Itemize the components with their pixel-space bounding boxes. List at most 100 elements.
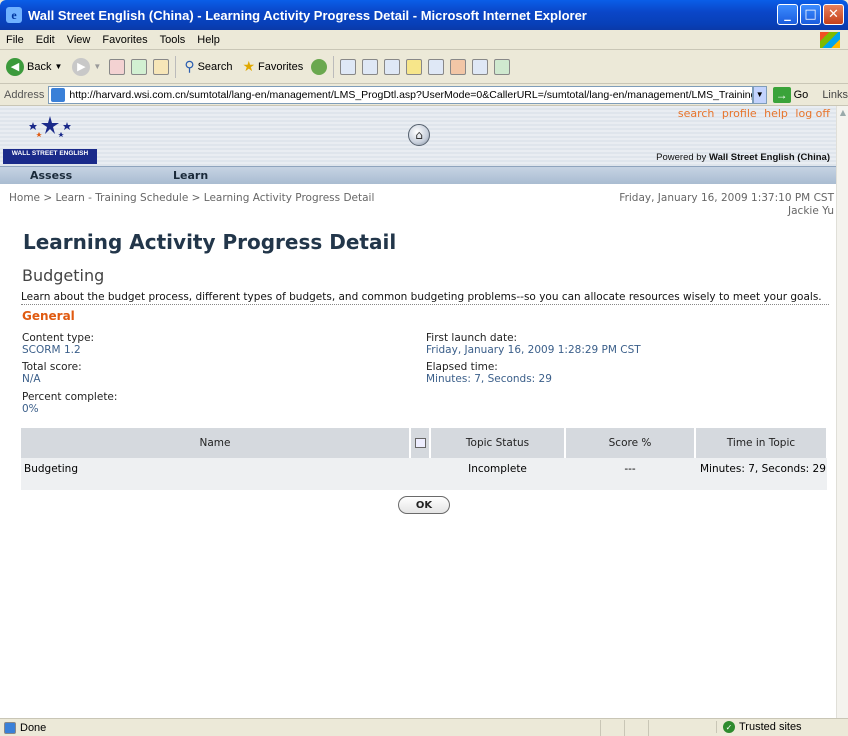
nav-learn[interactable]: Learn xyxy=(173,169,208,182)
section-general-heading: General xyxy=(22,309,75,323)
logo-stars-icon xyxy=(29,116,71,137)
tool-icon[interactable] xyxy=(494,58,511,75)
chevron-down-icon: ▼ xyxy=(93,62,102,71)
windows-logo-icon xyxy=(820,32,840,48)
mail-icon[interactable] xyxy=(340,58,357,75)
star-icon: ★ xyxy=(242,58,255,74)
back-arrow-icon: ◀ xyxy=(6,57,24,76)
menu-bar: File Edit View Favorites Tools Help xyxy=(0,30,848,50)
ie-icon: e xyxy=(6,7,22,23)
status-panel xyxy=(624,719,648,736)
page-title: Learning Activity Progress Detail xyxy=(23,230,397,254)
header-time-in-topic[interactable]: Time in Topic xyxy=(695,428,828,458)
row-icon-cell xyxy=(410,458,430,490)
current-datetime: Friday, January 16, 2009 1:37:10 PM CST xyxy=(619,192,834,204)
tool-icon[interactable] xyxy=(472,58,489,75)
total-score-field: Total score: N/A xyxy=(22,361,82,385)
menu-edit[interactable]: Edit xyxy=(30,34,61,46)
header-name[interactable]: Name xyxy=(21,428,411,458)
logo-wordmark: WALL STREET ENGLISH xyxy=(3,149,97,158)
print-icon[interactable] xyxy=(362,58,379,75)
history-icon[interactable] xyxy=(311,58,328,75)
menu-help[interactable]: Help xyxy=(191,34,226,46)
stop-icon[interactable] xyxy=(109,58,126,75)
window-title-bar[interactable]: e Wall Street English (China) - Learning… xyxy=(0,0,848,30)
ok-button[interactable]: OK xyxy=(398,496,450,514)
first-launch-field: First launch date: Friday, January 16, 2… xyxy=(426,332,641,356)
elapsed-time-field: Elapsed time: Minutes: 7, Seconds: 29 xyxy=(426,361,552,385)
home-icon[interactable]: ⌂ xyxy=(408,124,430,146)
address-label: Address xyxy=(4,88,45,101)
go-arrow-icon: → xyxy=(772,86,791,103)
header-topic-status[interactable]: Topic Status xyxy=(430,428,566,458)
site-logo[interactable]: WALL STREET ENGLISH xyxy=(3,110,97,166)
go-button[interactable]: → Go xyxy=(772,86,808,103)
powered-by: Powered by Wall Street English (China) xyxy=(656,152,830,163)
user-name: Jackie Yu xyxy=(788,205,834,217)
activity-name: Budgeting xyxy=(22,266,105,285)
status-bar: Done ✓ Trusted sites xyxy=(0,718,848,736)
toolbar: ◀ Back ▼ ▶ ▼ ⚲ Search ★ Favorites xyxy=(0,50,848,84)
favorites-button[interactable]: ★ Favorites xyxy=(240,55,305,79)
document-icon xyxy=(414,438,426,448)
scroll-up-icon[interactable]: ▲ xyxy=(837,106,848,118)
address-dropdown-button[interactable]: ▼ xyxy=(752,85,767,104)
page-icon xyxy=(4,721,16,734)
row-status: Incomplete xyxy=(430,458,565,490)
messenger-icon[interactable] xyxy=(450,58,467,75)
chevron-down-icon: ▼ xyxy=(54,62,63,71)
nav-assess[interactable]: Assess xyxy=(30,169,72,182)
link-log-off[interactable]: log off xyxy=(795,107,830,120)
nav-strip: Assess Learn xyxy=(0,166,836,184)
vertical-scrollbar[interactable]: ▲ xyxy=(836,106,848,718)
edit-icon[interactable] xyxy=(384,58,401,75)
topic-table: Name Topic Status Score % Time in Topic … xyxy=(21,428,828,490)
address-bar: Address http://harvard.wsi.com.cn/sumtot… xyxy=(0,84,848,106)
close-button[interactable]: ✕ xyxy=(823,4,844,25)
search-icon: ⚲ xyxy=(184,58,195,74)
menu-view[interactable]: View xyxy=(61,34,97,46)
percent-complete-field: Percent complete: 0% xyxy=(22,391,118,415)
menu-tools[interactable]: Tools xyxy=(154,34,192,46)
page-icon xyxy=(51,87,66,102)
breadcrumb[interactable]: Home > Learn - Training Schedule > Learn… xyxy=(9,192,374,204)
link-search[interactable]: search xyxy=(678,107,715,120)
site-banner: WALL STREET ENGLISH ⌂ search profile hel… xyxy=(0,106,836,166)
menu-favorites[interactable]: Favorites xyxy=(96,34,153,46)
home-icon[interactable] xyxy=(153,58,170,75)
menu-file[interactable]: File xyxy=(0,34,30,46)
security-zone[interactable]: ✓ Trusted sites xyxy=(716,721,840,733)
checkmark-icon: ✓ xyxy=(723,721,735,733)
address-input[interactable]: http://harvard.wsi.com.cn/sumtotal/lang-… xyxy=(48,85,753,104)
minimize-button[interactable]: _ xyxy=(777,4,798,25)
content-type-field: Content type: SCORM 1.2 xyxy=(22,332,95,356)
window-title: Wall Street English (China) - Learning A… xyxy=(28,7,587,23)
header-icon-column xyxy=(410,428,431,458)
row-name: Budgeting xyxy=(21,458,410,490)
toolbar-separator xyxy=(175,55,177,78)
maximize-button[interactable]: □ xyxy=(800,4,821,25)
activity-description: Learn about the budget process, differen… xyxy=(21,291,829,305)
status-panel xyxy=(600,719,624,736)
toolbar-separator xyxy=(333,55,335,78)
refresh-icon[interactable] xyxy=(131,58,148,75)
table-header-row: Name Topic Status Score % Time in Topic xyxy=(21,428,828,458)
status-panel xyxy=(648,719,672,736)
row-time: Minutes: 7, Seconds: 29 xyxy=(695,458,827,490)
search-button[interactable]: ⚲ Search xyxy=(182,55,234,79)
research-icon[interactable] xyxy=(428,58,445,75)
back-button[interactable]: ◀ Back ▼ xyxy=(4,55,64,79)
forward-button[interactable]: ▶ ▼ xyxy=(70,55,103,79)
top-links: search profile help log off xyxy=(674,107,830,120)
datetime-block: Friday, January 16, 2009 1:37:10 PM CST … xyxy=(619,192,834,218)
address-url: http://harvard.wsi.com.cn/sumtotal/lang-… xyxy=(69,88,753,101)
link-profile[interactable]: profile xyxy=(722,107,757,120)
link-help[interactable]: help xyxy=(764,107,788,120)
links-button[interactable]: Links xyxy=(822,89,848,101)
forward-arrow-icon: ▶ xyxy=(72,57,91,76)
header-score[interactable]: Score % xyxy=(565,428,696,458)
folder-icon[interactable] xyxy=(406,58,423,75)
row-score: --- xyxy=(565,458,695,490)
page-viewport: WALL STREET ENGLISH ⌂ search profile hel… xyxy=(0,106,836,718)
logo-subbar xyxy=(3,158,97,164)
